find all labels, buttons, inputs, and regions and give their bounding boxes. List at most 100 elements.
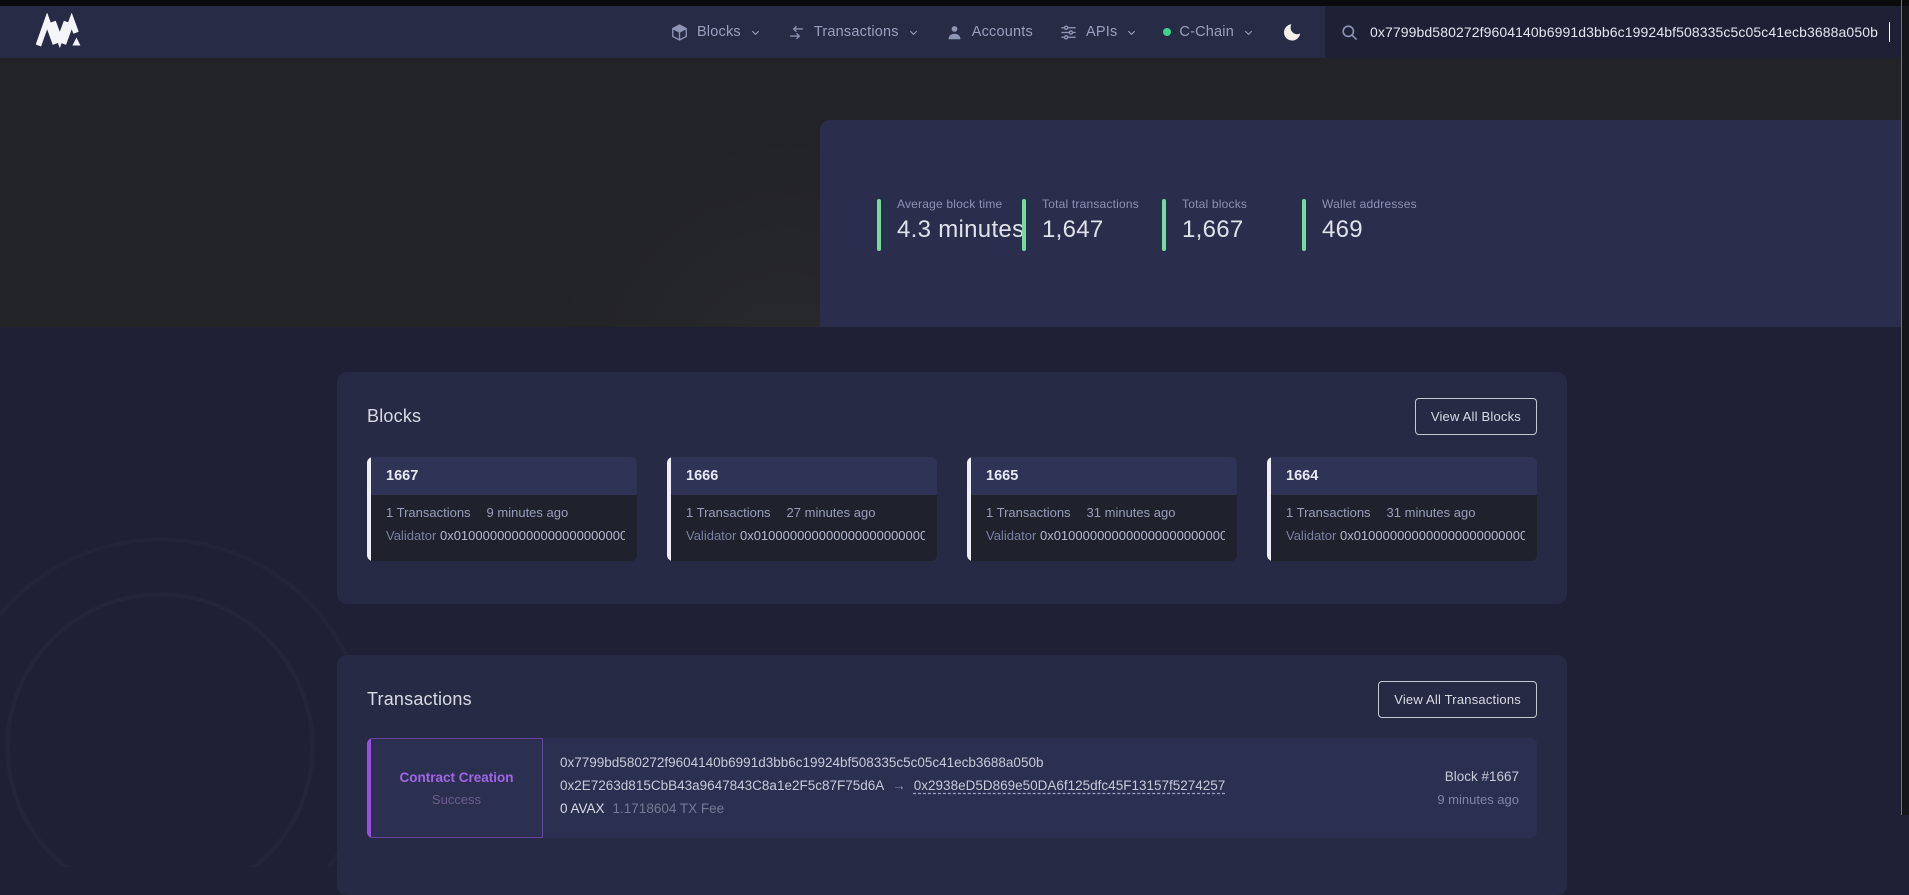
from-address: 0x2E7263d815CbB43a9647843C8a1e2F5c87F75d… [560,778,884,793]
block-card-body: 1 Transactions 31 minutes ago Validator … [1271,495,1537,561]
chevron-down-icon [750,27,761,38]
stat-wallet-addresses: Wallet addresses 469 [1302,197,1442,251]
navbar: Blocks Transactions Accounts [0,6,1909,58]
stat-label: Average block time [897,197,1024,211]
to-address-link[interactable]: 0x2938eD5D869e50DA6f125dfc45F13157f52742… [914,778,1226,793]
transactions-section-header: Transactions View All Transactions [367,681,1537,718]
transaction-hash: 0x7799bd580272f9604140b6991d3bb6c19924bf… [560,751,1337,774]
block-card[interactable]: 1666 1 Transactions 27 minutes ago Valid… [667,457,937,561]
block-card-accent [967,457,971,561]
stat-accent-bar [1302,199,1306,251]
search-value: 0x7799bd580272f9604140b6991d3bb6c19924bf… [1370,24,1878,40]
stat-value: 1,667 [1182,216,1247,244]
nav-label-blocks: Blocks [697,24,741,40]
nav-menu: Blocks Transactions Accounts [670,22,1325,43]
page-scrollbar[interactable] [1901,0,1909,815]
nav-item-accounts[interactable]: Accounts [945,23,1033,42]
block-card-list: 1667 1 Transactions 9 minutes ago Valida… [367,457,1537,561]
block-number: 1667 [371,457,637,495]
stat-value: 4.3 minutes [897,216,1024,244]
block-tx-count: 1 Transactions [386,505,471,520]
sliders-icon [1059,23,1078,42]
stat-value: 1,647 [1042,216,1139,244]
validator-label: Validator [1286,528,1336,543]
nav-item-transactions[interactable]: Transactions [787,23,919,42]
stats-panel: Average block time 4.3 minutes Total tra… [820,120,1909,327]
block-number: 1664 [1271,457,1537,495]
stat-average-block-time: Average block time 4.3 minutes [877,197,1022,251]
chevron-down-icon [908,27,919,38]
block-card-accent [367,457,371,561]
nav-item-apis[interactable]: APIs [1059,23,1137,42]
moon-icon [1282,22,1303,43]
stat-label: Wallet addresses [1322,197,1417,211]
chain-selector[interactable]: C-Chain [1163,24,1254,40]
search-input[interactable]: 0x7799bd580272f9604140b6991d3bb6c19924bf… [1325,6,1909,58]
search-icon [1340,23,1359,42]
validator-address: 0x010000000000000000000000... [440,528,625,543]
view-all-blocks-button[interactable]: View All Blocks [1415,398,1537,435]
chain-selector-label: C-Chain [1179,24,1234,40]
stat-label: Total blocks [1182,197,1247,211]
transaction-fee: 1.1718604 TX Fee [613,801,725,816]
block-time-ago: 31 minutes ago [1387,505,1476,520]
view-all-transactions-button[interactable]: View All Transactions [1378,681,1537,718]
stat-total-transactions: Total transactions 1,647 [1022,197,1162,251]
block-number: 1666 [671,457,937,495]
arrow-right-icon: → [892,778,906,793]
nav-item-blocks[interactable]: Blocks [670,23,761,42]
validator-label: Validator [386,528,436,543]
block-tx-count: 1 Transactions [986,505,1071,520]
transaction-block-number[interactable]: Block #1667 [1445,769,1519,784]
nav-label-apis: APIs [1086,24,1117,40]
block-tx-count: 1 Transactions [686,505,771,520]
transactions-section: Transactions View All Transactions Contr… [337,655,1567,895]
person-icon [945,23,964,42]
theme-toggle[interactable] [1282,22,1303,43]
text-caret [1889,22,1891,42]
blocks-section-header: Blocks View All Blocks [367,398,1537,435]
transactions-section-title: Transactions [367,689,472,710]
transaction-type: Contract Creation [399,770,513,785]
avalanche-logo[interactable] [36,13,82,51]
block-card-body: 1 Transactions 27 minutes ago Validator … [671,495,937,561]
transaction-status-box: Contract Creation Success [371,738,543,838]
block-number: 1665 [971,457,1237,495]
validator-address: 0x010000000000000000000000... [740,528,925,543]
stat-total-blocks: Total blocks 1,667 [1162,197,1302,251]
validator-address: 0x010000000000000000000000... [1340,528,1525,543]
stat-accent-bar [877,199,881,251]
block-card[interactable]: 1667 1 Transactions 9 minutes ago Valida… [367,457,637,561]
block-time-ago: 31 minutes ago [1087,505,1176,520]
block-card-body: 1 Transactions 9 minutes ago Validator 0… [371,495,637,561]
transaction-status: Success [432,792,481,807]
validator-address: 0x010000000000000000000000... [1040,528,1225,543]
page-body: Blocks View All Blocks 1667 1 Transactio… [0,327,1909,815]
chain-status-dot [1163,28,1171,36]
nav-label-transactions: Transactions [814,24,899,40]
transaction-meta: Block #1667 9 minutes ago [1337,738,1537,838]
stat-value: 469 [1322,216,1417,244]
validator-label: Validator [686,528,736,543]
transaction-row: Contract Creation Success 0x7799bd580272… [367,738,1537,838]
block-card[interactable]: 1664 1 Transactions 31 minutes ago Valid… [1267,457,1537,561]
avalanche-logo-icon [36,13,82,51]
scrollbar-track-top [1902,0,1909,6]
cube-icon [670,23,689,42]
swap-icon [787,23,806,42]
blocks-section-title: Blocks [367,406,421,427]
blocks-section: Blocks View All Blocks 1667 1 Transactio… [337,372,1567,604]
transaction-amount: 0 AVAX [560,801,605,816]
stat-label: Total transactions [1042,197,1139,211]
hero-banner: Average block time 4.3 minutes Total tra… [0,58,1909,327]
block-time-ago: 27 minutes ago [787,505,876,520]
block-card[interactable]: 1665 1 Transactions 31 minutes ago Valid… [967,457,1237,561]
stat-accent-bar [1022,199,1026,251]
chevron-down-icon [1243,27,1254,38]
transaction-time-ago: 9 minutes ago [1437,792,1519,807]
block-card-accent [667,457,671,561]
block-card-body: 1 Transactions 31 minutes ago Validator … [971,495,1237,561]
block-tx-count: 1 Transactions [1286,505,1371,520]
block-card-accent [1267,457,1271,561]
nav-label-accounts: Accounts [972,24,1033,40]
